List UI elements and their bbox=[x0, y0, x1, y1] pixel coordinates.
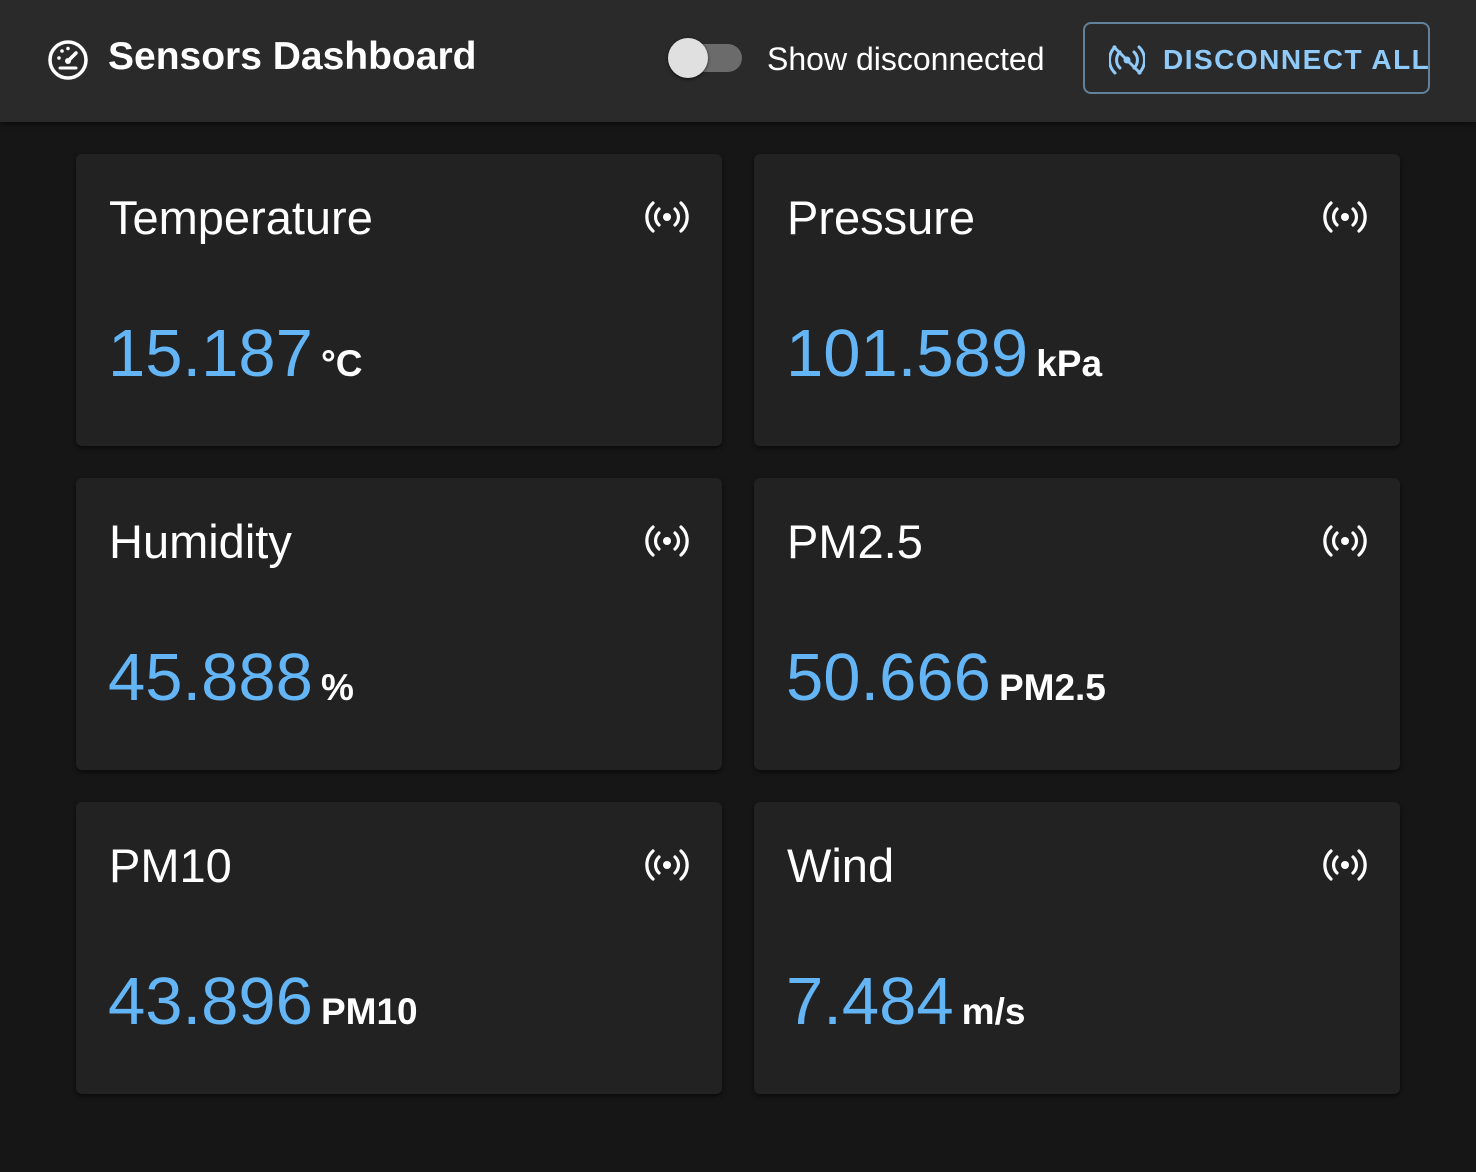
disconnect-all-button[interactable]: DISCONNECT ALL bbox=[1083, 22, 1430, 94]
sensors-icon[interactable] bbox=[644, 524, 690, 558]
sensor-card-pressure: Pressure 101.589 kPa bbox=[754, 154, 1400, 446]
toggle-thumb bbox=[668, 38, 708, 78]
sensor-unit: kPa bbox=[1036, 343, 1103, 384]
sensors-icon[interactable] bbox=[644, 200, 690, 234]
sensors-icon[interactable] bbox=[1322, 200, 1368, 234]
sensor-value: 101.589 bbox=[786, 316, 1029, 391]
sensor-value: 7.484 bbox=[786, 964, 954, 1039]
sensor-unit: % bbox=[320, 667, 354, 708]
sensors-off-icon bbox=[1109, 45, 1145, 75]
app-title: Sensors Dashboard bbox=[108, 35, 477, 78]
sensor-reading: 7.484 m/s bbox=[786, 964, 1025, 1040]
sensor-name: PM2.5 bbox=[787, 515, 923, 568]
sensor-reading: 15.187 °C bbox=[108, 316, 362, 392]
sensor-unit: PM10 bbox=[320, 991, 418, 1032]
sensor-card-wind: Wind 7.484 m/s bbox=[754, 802, 1400, 1094]
sensor-value: 15.187 bbox=[108, 316, 313, 391]
sensor-card-pm10: PM10 43.896 PM10 bbox=[76, 802, 722, 1094]
sensor-name: PM10 bbox=[109, 839, 232, 892]
show-disconnected-label[interactable]: Show disconnected bbox=[767, 38, 1045, 80]
sensor-unit: m/s bbox=[961, 991, 1026, 1032]
sensor-card-pm25: PM2.5 50.666 PM2.5 bbox=[754, 478, 1400, 770]
app-bar: Sensors Dashboard Show disconnected DISC… bbox=[0, 0, 1476, 122]
speedometer-icon bbox=[48, 40, 88, 80]
sensor-reading: 50.666 PM2.5 bbox=[786, 640, 1106, 716]
sensor-name: Wind bbox=[787, 839, 895, 892]
sensors-icon[interactable] bbox=[1322, 848, 1368, 882]
show-disconnected-toggle[interactable] bbox=[668, 38, 744, 78]
sensor-card-humidity: Humidity 45.888% bbox=[76, 478, 722, 770]
sensors-icon[interactable] bbox=[1322, 524, 1368, 558]
sensor-name: Pressure bbox=[787, 191, 976, 244]
sensor-name: Humidity bbox=[109, 515, 292, 568]
sensor-name: Temperature bbox=[109, 191, 373, 244]
sensor-reading: 43.896 PM10 bbox=[108, 964, 418, 1040]
sensor-value: 45.888 bbox=[108, 640, 313, 715]
sensor-value: 50.666 bbox=[786, 640, 991, 715]
sensor-unit: PM2.5 bbox=[998, 667, 1106, 708]
sensor-value: 43.896 bbox=[108, 964, 313, 1039]
sensor-unit: °C bbox=[320, 343, 363, 384]
sensors-icon[interactable] bbox=[644, 848, 690, 882]
sensor-reading: 45.888% bbox=[108, 640, 354, 716]
sensor-reading: 101.589 kPa bbox=[786, 316, 1102, 392]
sensor-card-temperature: Temperature 15.187 °C bbox=[76, 154, 722, 446]
disconnect-all-label: DISCONNECT ALL bbox=[1163, 44, 1431, 75]
